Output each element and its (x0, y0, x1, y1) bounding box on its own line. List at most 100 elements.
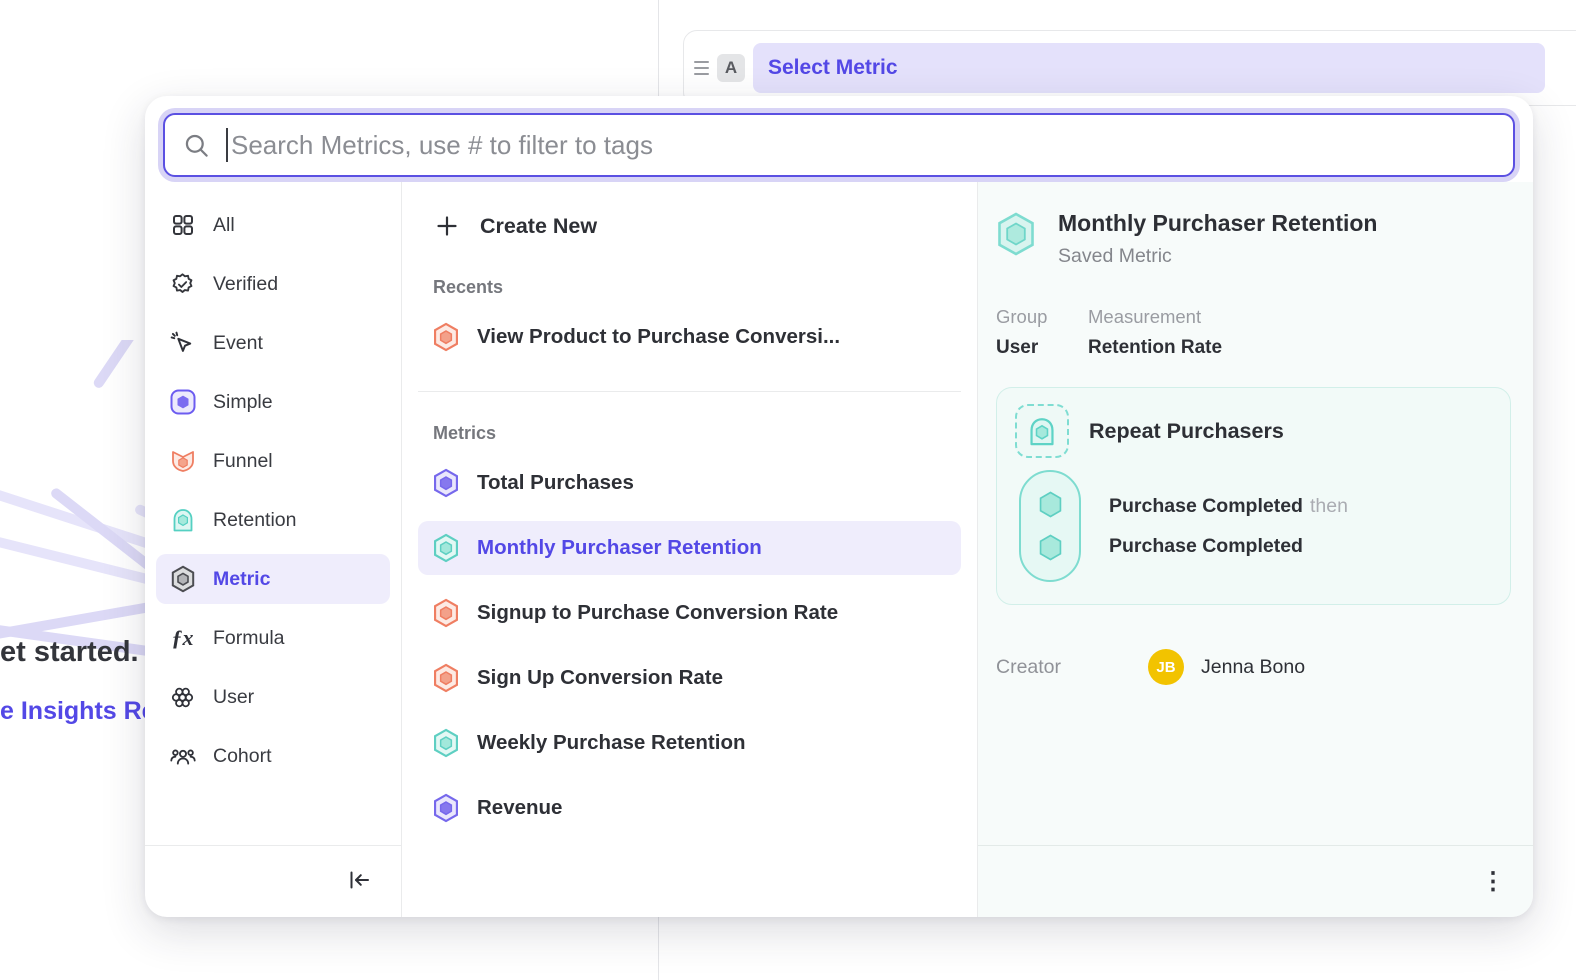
recent-item-label: View Product to Purchase Conversi... (477, 325, 840, 349)
group-value: User (996, 337, 1062, 359)
select-metric-button[interactable]: Select Metric (753, 43, 1545, 93)
get-started-text: et started. (0, 636, 160, 669)
sidebar-item-metric[interactable]: Metric (156, 554, 390, 604)
search-icon (183, 132, 210, 159)
step-hexagon-icon (1037, 490, 1064, 519)
measurement-value: Retention Rate (1088, 337, 1222, 359)
metric-item-sign-up-conversion[interactable]: Sign Up Conversion Rate (418, 651, 961, 705)
more-options-button[interactable]: ⋮ (1481, 870, 1505, 894)
group-label: Group (996, 306, 1062, 328)
sidebar-item-label: User (213, 686, 254, 709)
formula-icon: ƒx (169, 625, 196, 652)
sidebar-item-label: Event (213, 332, 263, 355)
hexagon-coral-icon (432, 322, 460, 352)
grid-icon (169, 212, 196, 239)
create-new-button[interactable]: Create New (418, 200, 961, 252)
sidebar-item-retention[interactable]: Retention (156, 495, 390, 545)
plus-icon (433, 211, 461, 241)
recent-item[interactable]: View Product to Purchase Conversi... (418, 310, 961, 364)
detail-title: Monthly Purchaser Retention (1058, 210, 1377, 237)
metric-item-signup-to-purchase[interactable]: Signup to Purchase Conversion Rate (418, 586, 961, 640)
detail-subtitle: Saved Metric (1058, 245, 1377, 268)
metric-picker-modal: All Verified (145, 96, 1533, 917)
metric-bar-card: A Select Metric (683, 30, 1576, 106)
list-divider (418, 391, 961, 392)
detail-footer: ⋮ (978, 845, 1533, 917)
metrics-list-panel: Create New Recents View Product to Purch… (402, 182, 978, 917)
metric-item-label: Revenue (477, 796, 562, 820)
creator-name: Jenna Bono (1201, 656, 1305, 679)
sidebar-item-simple[interactable]: Simple (156, 377, 390, 427)
screen: et started. e Insights Re A Select Metri… (0, 0, 1576, 980)
creator-row: Creator JB Jenna Bono (996, 649, 1511, 685)
retention-metric-icon (169, 507, 196, 534)
retention-steps-capsule (1019, 470, 1081, 582)
metric-item-label: Monthly Purchaser Retention (477, 536, 762, 560)
sidebar-footer (145, 845, 401, 917)
metric-item-label: Weekly Purchase Retention (477, 731, 746, 755)
hexagon-teal-icon (432, 728, 460, 758)
metric-item-monthly-purchaser-retention[interactable]: Monthly Purchaser Retention (418, 521, 961, 575)
category-list: All Verified (145, 200, 401, 845)
search-input[interactable] (231, 130, 1495, 161)
cohort-icon (169, 743, 196, 770)
definition-card: Repeat Purchasers (996, 387, 1511, 605)
search-area (145, 96, 1533, 182)
creator-avatar: JB (1148, 649, 1184, 685)
sidebar-item-label: Formula (213, 627, 285, 650)
metric-hexagon-icon (169, 566, 196, 593)
definition-name: Repeat Purchasers (1089, 419, 1284, 444)
collapse-panel-icon (347, 868, 371, 895)
metric-item-label: Sign Up Conversion Rate (477, 666, 723, 690)
user-cluster-icon (169, 684, 196, 711)
create-new-label: Create New (480, 214, 597, 239)
metric-item-total-purchases[interactable]: Total Purchases (418, 456, 961, 510)
retention-step-1: Purchase Completedthen (1109, 495, 1348, 518)
select-metric-label: Select Metric (768, 56, 898, 80)
retention-dashed-icon (1015, 404, 1069, 458)
hexagon-teal-icon (432, 533, 460, 563)
hexagon-purple-icon (432, 468, 460, 498)
sidebar-item-label: Cohort (213, 745, 272, 768)
sidebar-item-user[interactable]: User (156, 672, 390, 722)
collapse-panel-button[interactable] (347, 868, 371, 895)
search-box[interactable] (163, 113, 1515, 177)
recents-section-label: Recents (418, 277, 961, 298)
metric-detail-panel: Monthly Purchaser Retention Saved Metric… (978, 182, 1533, 917)
metric-item-label: Signup to Purchase Conversion Rate (477, 601, 838, 625)
simple-metric-icon (169, 389, 196, 416)
sidebar-item-label: Retention (213, 509, 296, 532)
step-hexagon-icon (1037, 533, 1064, 562)
sidebar-item-label: Simple (213, 391, 273, 414)
text-cursor (226, 128, 228, 162)
search-focus-ring (158, 108, 1520, 182)
event-cursor-icon (169, 330, 196, 357)
sidebar-item-all[interactable]: All (156, 200, 390, 250)
funnel-metric-icon (169, 448, 196, 475)
drag-handle-icon[interactable] (694, 61, 709, 75)
sidebar-item-label: Funnel (213, 450, 273, 473)
retention-step-2: Purchase Completed (1109, 535, 1348, 558)
metrics-section-label: Metrics (418, 423, 961, 444)
sidebar-item-formula[interactable]: ƒx Formula (156, 613, 390, 663)
hexagon-coral-icon (432, 598, 460, 628)
hexagon-coral-icon (432, 663, 460, 693)
metric-item-weekly-purchase-retention[interactable]: Weekly Purchase Retention (418, 716, 961, 770)
category-sidebar: All Verified (145, 182, 402, 917)
hexagon-purple-icon (432, 793, 460, 823)
sidebar-item-funnel[interactable]: Funnel (156, 436, 390, 486)
metric-item-revenue[interactable]: Revenue (418, 781, 961, 835)
series-a-badge: A (717, 54, 745, 82)
sidebar-item-event[interactable]: Event (156, 318, 390, 368)
sidebar-item-label: Metric (213, 568, 270, 591)
sidebar-item-verified[interactable]: Verified (156, 259, 390, 309)
sidebar-item-label: All (213, 214, 235, 237)
metric-meta: Group User Measurement Retention Rate (996, 306, 1511, 359)
sidebar-item-cohort[interactable]: Cohort (156, 731, 390, 781)
creator-label: Creator (996, 656, 1148, 679)
sidebar-item-label: Verified (213, 273, 278, 296)
verified-badge-icon (169, 271, 196, 298)
hexagon-teal-large-icon (996, 212, 1036, 268)
kebab-menu-icon: ⋮ (1481, 870, 1505, 894)
metric-item-label: Total Purchases (477, 471, 634, 495)
